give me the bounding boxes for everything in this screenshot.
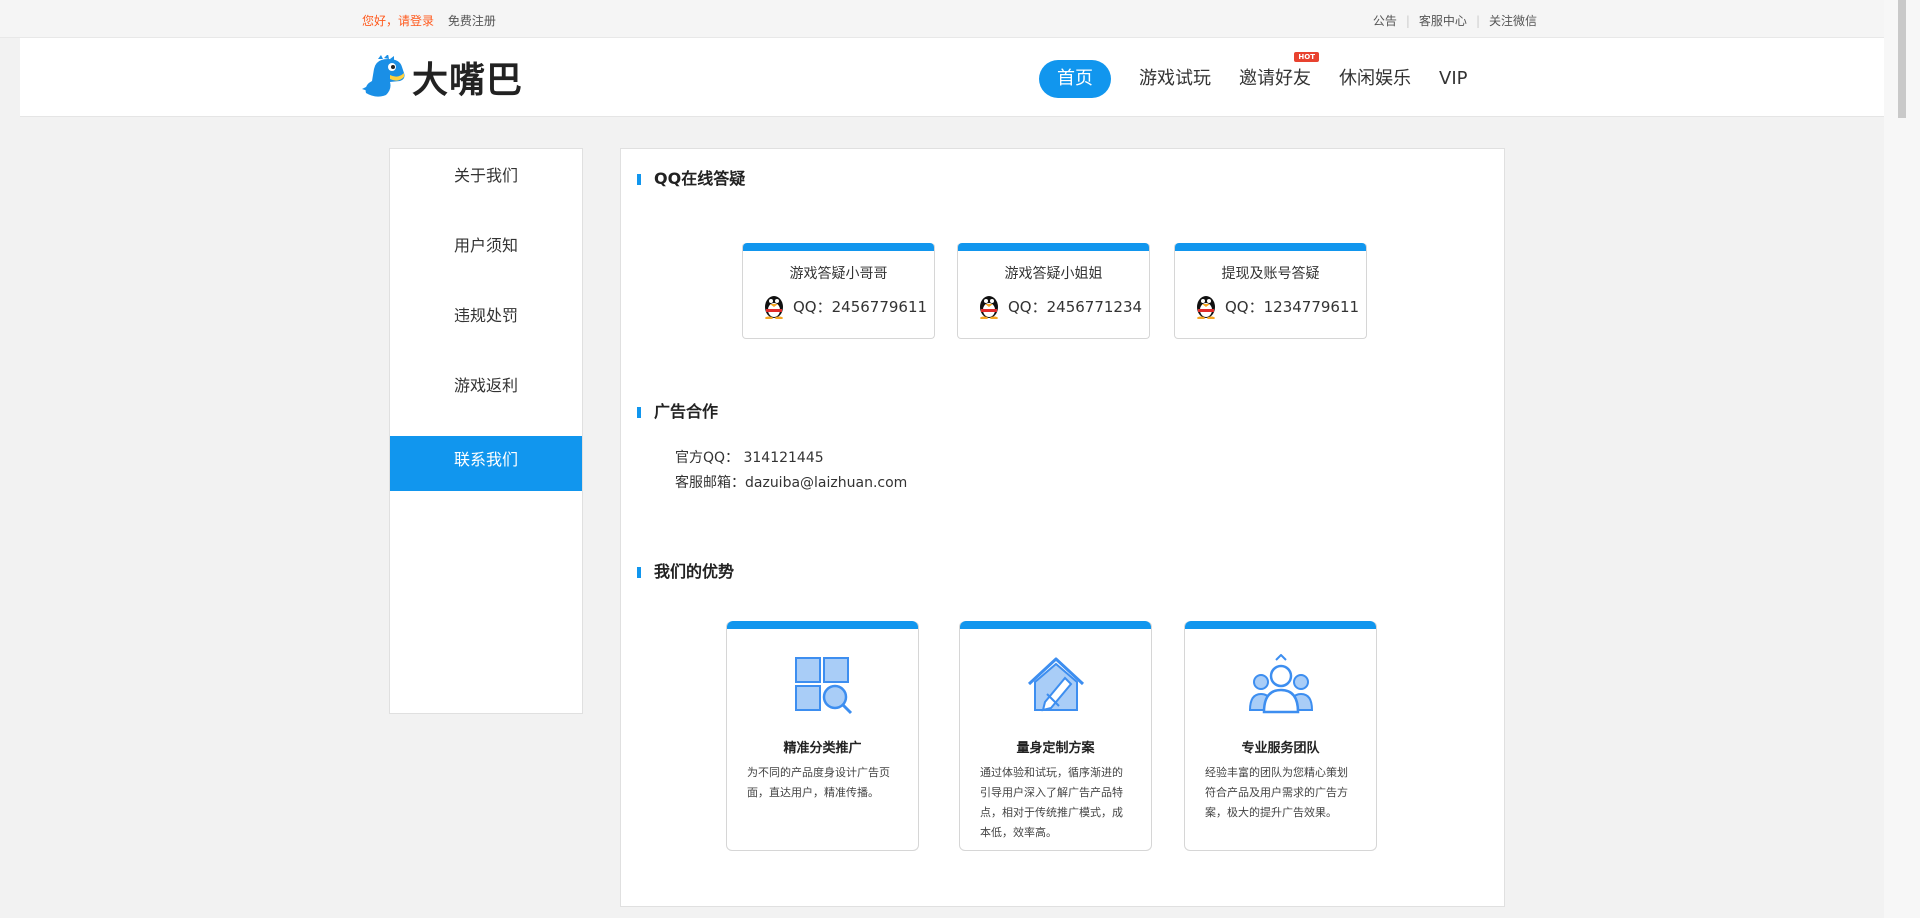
qq-number[interactable]: QQ：1234779611	[1195, 293, 1359, 319]
top-bar-left: 您好，请登录 免费注册	[362, 12, 496, 29]
service-center-link[interactable]: 客服中心	[1419, 14, 1467, 28]
sidebar-item-violation-penalty[interactable]: 违规处罚	[390, 304, 582, 359]
top-bar-right: 公告 | 客服中心 | 关注微信	[1373, 12, 1537, 29]
nav-item-invite-friends[interactable]: 邀请好友 HOT	[1239, 52, 1319, 98]
main-content: QQ在线答疑 游戏答疑小哥哥 QQ：2456779611 游戏答疑小姐姐 QQ：…	[620, 148, 1505, 907]
advantages-section-title: 我们的优势	[637, 562, 734, 582]
sidebar-item-about-us[interactable]: 关于我们	[390, 164, 582, 219]
scrollbar-track[interactable]	[1884, 0, 1920, 918]
sidebar-item-user-notice[interactable]: 用户须知	[390, 234, 582, 289]
sidebar-item-game-rebate[interactable]: 游戏返利	[390, 374, 582, 429]
site-header: 大嘴巴 首页 游戏试玩 邀请好友 HOT 休闲娱乐 VIP	[20, 38, 1884, 117]
qq-number-text: QQ：2456771234	[1008, 297, 1143, 316]
advantage-card: 量身定制方案 通过体验和试玩，循序渐进的引导用户深入了解广告产品特点，相对于传统…	[959, 621, 1152, 851]
nav-item-game-trial[interactable]: 游戏试玩	[1139, 60, 1211, 98]
sidebar-item-contact-us[interactable]: 联系我们	[390, 436, 582, 491]
card-accent-bar	[1185, 621, 1376, 629]
top-bar: 您好，请登录 免费注册 公告 | 客服中心 | 关注微信	[0, 0, 1884, 38]
nav-item-leisure[interactable]: 休闲娱乐	[1339, 60, 1411, 98]
qq-penguin-icon	[1197, 296, 1215, 319]
card-accent-bar	[743, 243, 934, 251]
scrollbar-thumb[interactable]	[1898, 0, 1906, 118]
house-pencil-icon	[960, 654, 1151, 716]
qq-card: 游戏答疑小姐姐 QQ：2456771234	[957, 243, 1150, 339]
logo[interactable]: 大嘴巴	[362, 55, 523, 101]
notice-link[interactable]: 公告	[1373, 14, 1397, 28]
qq-card-name: 提现及账号答疑	[1221, 266, 1320, 282]
hot-badge: HOT	[1294, 52, 1319, 62]
team-icon	[1185, 654, 1376, 716]
qq-number-text: QQ：1234779611	[1225, 297, 1360, 316]
dinosaur-logo-icon	[362, 55, 405, 97]
advantage-title: 精准分类推广	[783, 741, 862, 756]
qq-card-name: 游戏答疑小哥哥	[789, 266, 888, 282]
follow-wechat-link[interactable]: 关注微信	[1489, 14, 1537, 28]
register-link[interactable]: 免费注册	[448, 14, 496, 28]
advantage-title: 专业服务团队	[1241, 741, 1320, 756]
grid-search-icon	[727, 654, 918, 716]
qq-card-name: 游戏答疑小姐姐	[1004, 266, 1103, 282]
ad-email[interactable]: 客服邮箱：dazuiba@laizhuan.com	[675, 472, 907, 492]
card-accent-bar	[958, 243, 1149, 251]
card-accent-bar	[960, 621, 1151, 629]
login-link[interactable]: 您好，请登录	[362, 14, 434, 28]
nav-item-vip[interactable]: VIP	[1439, 60, 1467, 98]
advantage-desc: 经验丰富的团队为您精心策划符合产品及用户需求的广告方案，极大的提升广告效果。	[1205, 766, 1348, 819]
ad-qq: 官方QQ： 314121445	[675, 450, 824, 466]
logo-text: 大嘴巴	[412, 60, 524, 101]
divider: |	[1475, 14, 1480, 28]
card-accent-bar	[1175, 243, 1366, 251]
qq-number[interactable]: QQ：2456779611	[763, 293, 927, 319]
divider: |	[1405, 14, 1410, 28]
nav-item-home[interactable]: 首页	[1039, 60, 1111, 98]
card-accent-bar	[727, 621, 918, 629]
advantage-title: 量身定制方案	[1016, 741, 1095, 756]
qq-penguin-icon	[765, 296, 783, 319]
advantage-card: 精准分类推广 为不同的产品度身设计广告页面，直达用户，精准传播。	[726, 621, 919, 851]
sidebar: 关于我们 用户须知 违规处罚 游戏返利 联系我们	[389, 148, 583, 714]
main-nav: 首页 游戏试玩 邀请好友 HOT 休闲娱乐 VIP	[1039, 52, 1495, 98]
qq-card: 游戏答疑小哥哥 QQ：2456779611	[742, 243, 935, 339]
qq-number[interactable]: QQ：2456771234	[978, 293, 1142, 319]
advantage-desc: 为不同的产品度身设计广告页面，直达用户，精准传播。	[747, 766, 890, 799]
qq-penguin-icon	[980, 296, 998, 319]
qq-number-text: QQ：2456779611	[793, 297, 928, 316]
advantage-desc: 通过体验和试玩，循序渐进的引导用户深入了解广告产品特点，相对于传统推广模式，成本…	[980, 766, 1123, 839]
ad-section-title: 广告合作	[637, 402, 718, 422]
nav-item-label: 邀请好友	[1239, 68, 1311, 89]
qq-section-title: QQ在线答疑	[637, 169, 745, 189]
qq-card: 提现及账号答疑 QQ：1234779611	[1174, 243, 1367, 339]
advantage-card: 专业服务团队 经验丰富的团队为您精心策划符合产品及用户需求的广告方案，极大的提升…	[1184, 621, 1377, 851]
